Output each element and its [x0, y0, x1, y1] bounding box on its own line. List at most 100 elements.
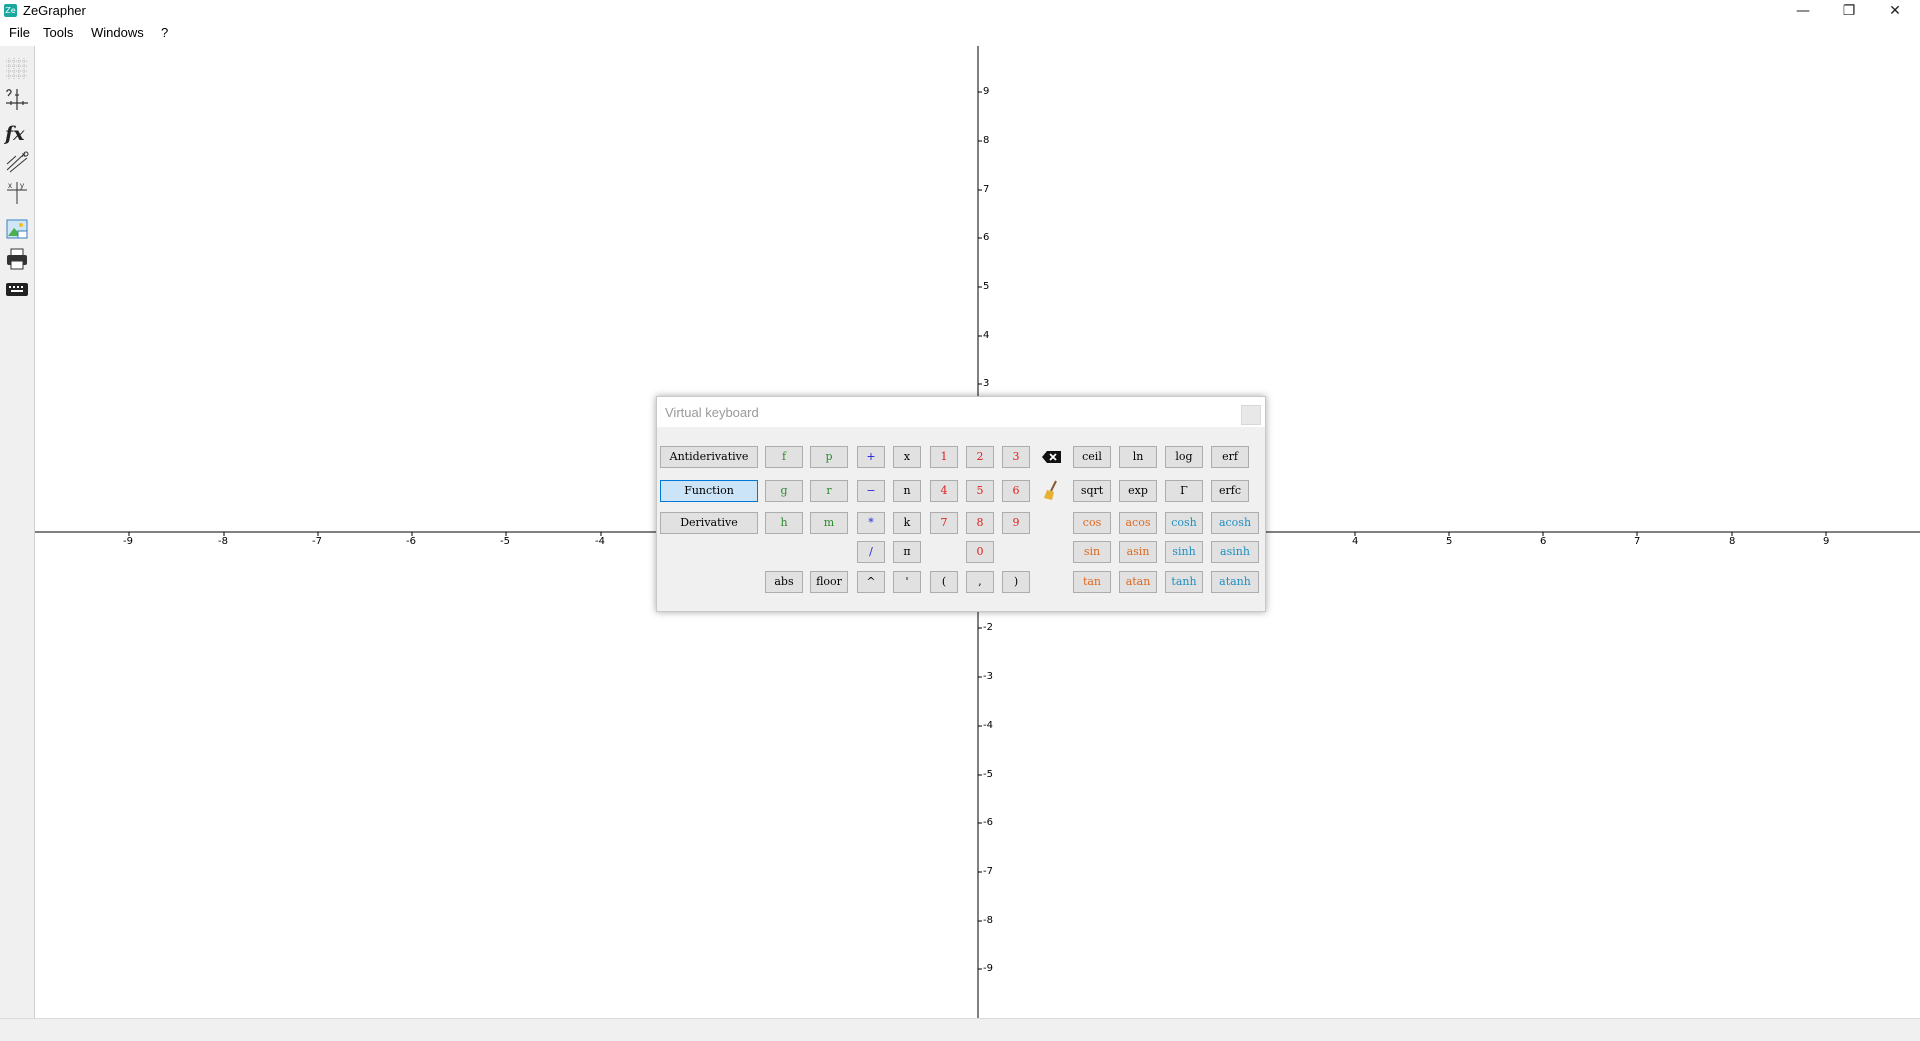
x-tick-label: -8: [218, 536, 228, 547]
clear-broom-icon[interactable]: [1040, 479, 1064, 501]
key-4[interactable]: 4: [930, 480, 958, 502]
key-sqrt[interactable]: sqrt: [1073, 480, 1111, 502]
key-k[interactable]: k: [893, 512, 921, 534]
y-tick-label: -2: [983, 622, 993, 633]
virtual-keyboard-close-button[interactable]: [1241, 405, 1261, 425]
restore-button[interactable]: ❐: [1826, 0, 1872, 22]
key-acosh[interactable]: acosh: [1211, 512, 1259, 534]
derivative-button[interactable]: Derivative: [660, 512, 758, 534]
key-prime[interactable]: ': [893, 571, 921, 593]
y-tick-label: 6: [983, 232, 990, 243]
x-tick-label: 8: [1729, 536, 1736, 547]
y-tick-label: -4: [983, 720, 993, 731]
key-8[interactable]: 8: [966, 512, 994, 534]
key-erfc[interactable]: erfc: [1211, 480, 1249, 502]
grid-icon[interactable]: [4, 56, 30, 82]
key-floor[interactable]: floor: [810, 571, 848, 593]
key-open-paren[interactable]: (: [930, 571, 958, 593]
key-sin[interactable]: sin: [1073, 541, 1111, 563]
key-asin[interactable]: asin: [1119, 541, 1157, 563]
key-multiply[interactable]: *: [857, 512, 885, 534]
key-divide[interactable]: /: [857, 541, 885, 563]
key-tanh[interactable]: tanh: [1165, 571, 1203, 593]
x-tick-label: 5: [1446, 536, 1453, 547]
x-tick-label: 9: [1823, 536, 1830, 547]
key-asinh[interactable]: asinh: [1211, 541, 1259, 563]
key-m[interactable]: m: [810, 512, 848, 534]
svg-text:x: x: [22, 152, 26, 159]
key-x[interactable]: x: [893, 446, 921, 468]
key-atan[interactable]: atan: [1119, 571, 1157, 593]
close-button[interactable]: ✕: [1872, 0, 1918, 22]
y-tick-label: -7: [983, 866, 993, 877]
key-n[interactable]: n: [893, 480, 921, 502]
x-tick-label: 6: [1540, 536, 1547, 547]
antiderivative-button[interactable]: Antiderivative: [660, 446, 758, 468]
key-power[interactable]: ^: [857, 571, 885, 593]
key-sinh[interactable]: sinh: [1165, 541, 1203, 563]
y-tick-label: -8: [983, 915, 993, 926]
key-6[interactable]: 6: [1002, 480, 1030, 502]
key-1[interactable]: 1: [930, 446, 958, 468]
y-tick-label: 5: [983, 281, 990, 292]
x-tick-label: -6: [406, 536, 416, 547]
key-cos[interactable]: cos: [1073, 512, 1111, 534]
y-tick-label: 8: [983, 135, 990, 146]
x-tick-label: -7: [312, 536, 322, 547]
key-exp[interactable]: exp: [1119, 480, 1157, 502]
key-acos[interactable]: acos: [1119, 512, 1157, 534]
key-plus[interactable]: +: [857, 446, 885, 468]
menu-windows[interactable]: Windows: [91, 25, 144, 40]
svg-text:y: y: [20, 181, 24, 190]
virtual-keyboard-titlebar[interactable]: Virtual keyboard: [657, 397, 1265, 427]
title-bar: Ze ZeGrapher — ❐ ✕: [0, 0, 1920, 22]
key-tan[interactable]: tan: [1073, 571, 1111, 593]
key-gamma[interactable]: Γ: [1165, 480, 1203, 502]
key-3[interactable]: 3: [1002, 446, 1030, 468]
key-9[interactable]: 9: [1002, 512, 1030, 534]
key-close-paren[interactable]: ): [1002, 571, 1030, 593]
menu-help[interactable]: ?: [161, 25, 168, 40]
key-5[interactable]: 5: [966, 480, 994, 502]
export-image-icon[interactable]: [4, 216, 30, 242]
x-tick-label: 4: [1352, 536, 1359, 547]
key-cosh[interactable]: cosh: [1165, 512, 1203, 534]
function-mode-button[interactable]: Function: [660, 480, 758, 502]
status-bar: [0, 1018, 1920, 1041]
key-abs[interactable]: abs: [765, 571, 803, 593]
keyboard-icon[interactable]: [4, 276, 30, 302]
axis-settings-icon[interactable]: [4, 86, 30, 112]
window-title: ZeGrapher: [23, 3, 86, 18]
print-icon[interactable]: [4, 246, 30, 272]
key-ceil[interactable]: ceil: [1073, 446, 1111, 468]
table-icon[interactable]: xy: [4, 180, 30, 206]
key-pi[interactable]: π: [893, 541, 921, 563]
svg-text:x: x: [8, 181, 12, 190]
y-tick-label: -6: [983, 817, 993, 828]
key-log[interactable]: log: [1165, 446, 1203, 468]
minimize-button[interactable]: —: [1780, 0, 1826, 22]
key-0[interactable]: 0: [966, 541, 994, 563]
key-minus[interactable]: −: [857, 480, 885, 502]
key-p[interactable]: p: [810, 446, 848, 468]
x-tick-label: 7: [1634, 536, 1641, 547]
key-2[interactable]: 2: [966, 446, 994, 468]
key-f[interactable]: f: [765, 446, 803, 468]
key-comma[interactable]: ,: [966, 571, 994, 593]
key-7[interactable]: 7: [930, 512, 958, 534]
app-icon: Ze: [4, 4, 17, 17]
key-g[interactable]: g: [765, 480, 803, 502]
virtual-keyboard-window: Virtual keyboard Antiderivative Function…: [656, 396, 1266, 612]
key-erf[interactable]: erf: [1211, 446, 1249, 468]
function-icon[interactable]: fx: [3, 120, 30, 146]
key-h[interactable]: h: [765, 512, 803, 534]
y-tick-label: 3: [983, 378, 990, 389]
key-r[interactable]: r: [810, 480, 848, 502]
backspace-icon[interactable]: [1040, 446, 1064, 468]
sequence-icon[interactable]: x: [4, 150, 30, 176]
menu-file[interactable]: File: [9, 25, 30, 40]
key-ln[interactable]: ln: [1119, 446, 1157, 468]
key-atanh[interactable]: atanh: [1211, 571, 1259, 593]
y-tick-label: -3: [983, 671, 993, 682]
menu-tools[interactable]: Tools: [43, 25, 73, 40]
